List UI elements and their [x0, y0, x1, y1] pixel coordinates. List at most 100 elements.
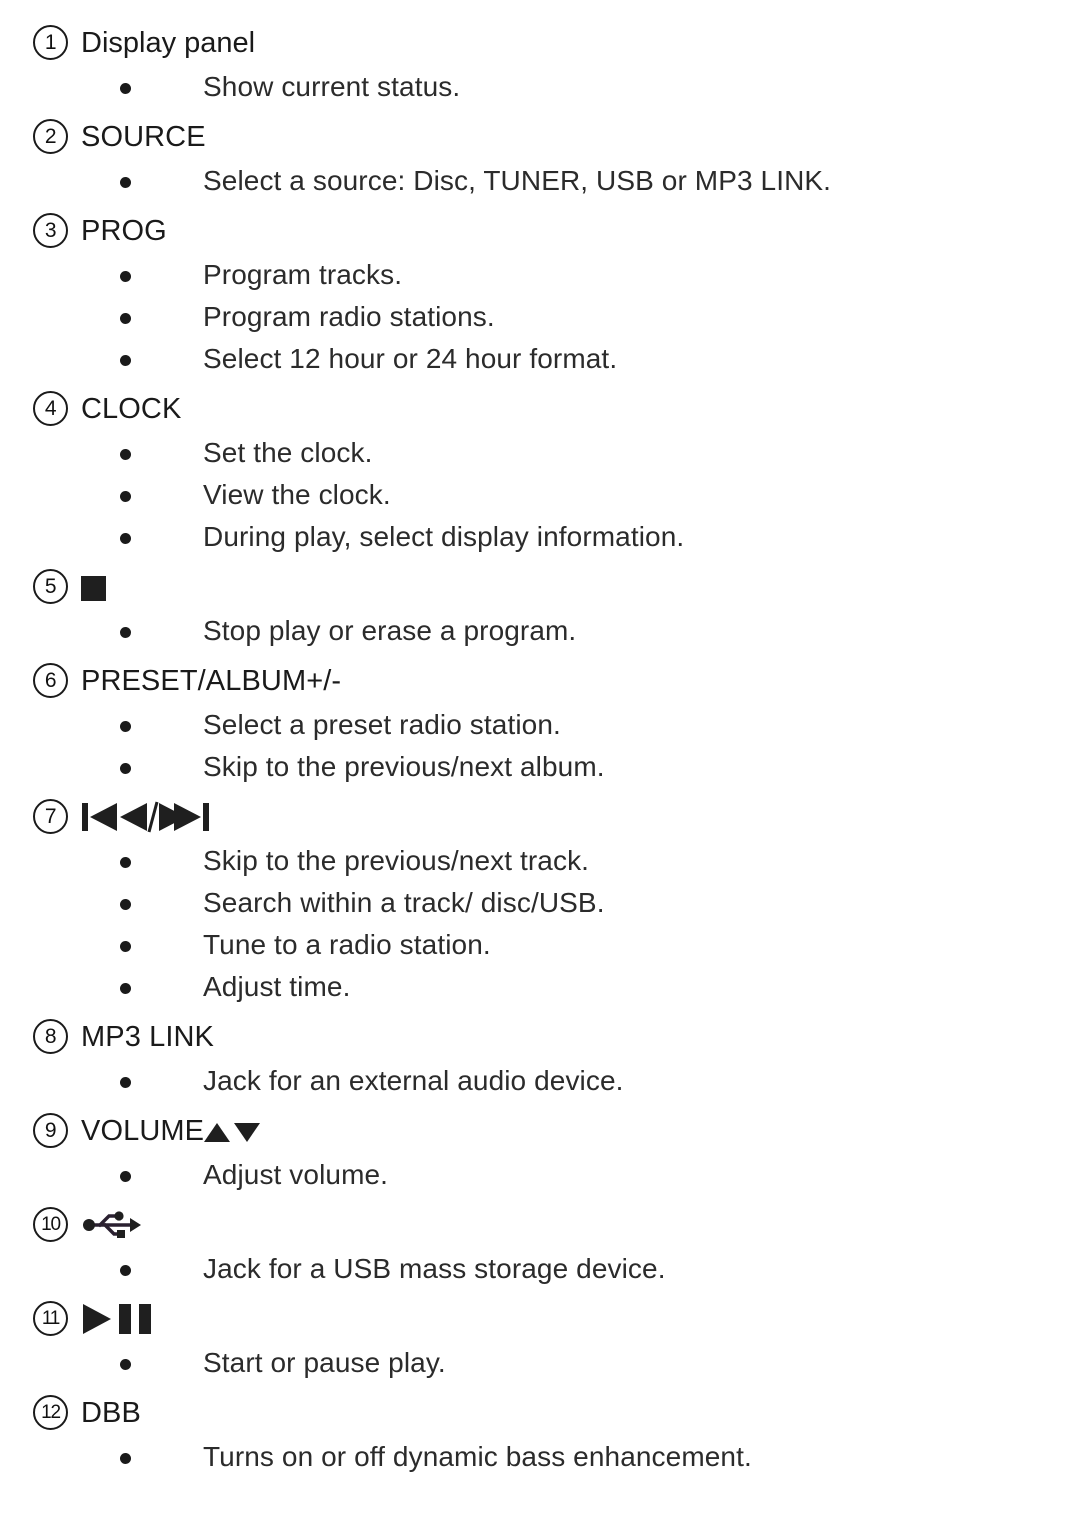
triangle-up-icon — [204, 1123, 231, 1142]
bullet-item: Set the clock. — [0, 432, 1080, 474]
control-item-title-text: PROG — [81, 215, 167, 247]
control-item-title: VOLUME — [81, 1110, 1080, 1152]
callout-number-badge: 6 — [33, 663, 68, 698]
bullet-dot-icon — [120, 721, 131, 732]
bullet-dot-icon — [120, 83, 131, 94]
control-item-title-text: Display panel — [81, 27, 256, 59]
bullet-text: Search within a track/ disc/USB. — [203, 887, 605, 918]
control-item-bullets: Jack for a USB mass storage device. — [0, 1248, 1080, 1290]
bullet-item: Program tracks. — [0, 254, 1080, 296]
control-item-header: 8 MP3 LINK — [0, 1016, 1080, 1060]
play-pause-icon — [81, 1302, 155, 1336]
bullet-text: Jack for a USB mass storage device. — [203, 1253, 666, 1284]
bullet-text: Select 12 hour or 24 hour format. — [203, 343, 618, 374]
bullet-text: During play, select display information. — [203, 521, 685, 552]
bullet-dot-icon — [120, 355, 131, 366]
control-item-header: 4 CLOCK — [0, 388, 1080, 432]
control-item-title: PROG — [81, 210, 1080, 252]
control-item-header: 11 — [0, 1298, 1080, 1342]
control-item-title: PRESET/ALBUM+/- — [81, 660, 1080, 702]
bullet-dot-icon — [120, 491, 131, 502]
control-item-bullets: Adjust volume. — [0, 1154, 1080, 1196]
control-item-title-text: VOLUME — [81, 1115, 205, 1147]
control-item-bullets: Set the clock. View the clock. During play… — [0, 432, 1080, 558]
bullet-item: Search within a track/ disc/USB. — [0, 882, 1080, 924]
control-item-title: MP3 LINK — [81, 1016, 1080, 1058]
control-item-bullets: Select a preset radio station. Skip to th… — [0, 704, 1080, 788]
control-item-icon — [81, 1298, 1080, 1340]
bullet-dot-icon — [120, 627, 131, 638]
control-item-icon — [81, 1204, 1080, 1246]
bullet-text: Start or pause play. — [203, 1347, 446, 1378]
callout-number-badge: 1 — [33, 25, 68, 60]
callout-number-badge: 4 — [33, 391, 68, 426]
control-item: 5 Stop play or erase a program. — [0, 566, 1080, 652]
control-item-bullets: Skip to the previous/next track. Search w… — [0, 840, 1080, 1008]
bullet-dot-icon — [120, 857, 131, 868]
manual-page: 1 Display panel Show current status. 2 SOURC… — [0, 0, 1080, 1532]
bullet-item: Jack for a USB mass storage device. — [0, 1248, 1080, 1290]
control-item-bullets: Program tracks. Program radio stations. Se… — [0, 254, 1080, 380]
bullet-dot-icon — [120, 533, 131, 544]
bullet-dot-icon — [120, 899, 131, 910]
bullet-text: Set the clock. — [203, 437, 373, 468]
control-item: 6 PRESET/ALBUM+/- Select a preset radio st… — [0, 660, 1080, 788]
callout-number-badge: 9 — [33, 1113, 68, 1148]
callout-number-badge: 7 — [33, 799, 68, 834]
callout-number-badge: 5 — [33, 569, 68, 604]
control-item-title: CLOCK — [81, 388, 1080, 430]
control-item-bullets: Select a source: Disc, TUNER, USB or MP3… — [0, 160, 1080, 202]
bullet-item: Program radio stations. — [0, 296, 1080, 338]
bullet-text: Skip to the previous/next album. — [203, 751, 605, 782]
control-item-icon — [81, 796, 1080, 838]
control-item-bullets: Show current status. — [0, 66, 1080, 108]
bullet-dot-icon — [120, 449, 131, 460]
control-item-header: 9 VOLUME — [0, 1110, 1080, 1154]
bullet-dot-icon — [120, 1077, 131, 1088]
bullet-text: Program radio stations. — [203, 301, 495, 332]
bullet-text: Adjust volume. — [203, 1159, 389, 1190]
bullet-item: View the clock. — [0, 474, 1080, 516]
control-item-header: 7 — [0, 796, 1080, 840]
bullet-dot-icon — [120, 763, 131, 774]
bullet-text: Skip to the previous/next track. — [203, 845, 590, 876]
bullet-item: Stop play or erase a program. — [0, 610, 1080, 652]
control-item-header: 5 — [0, 566, 1080, 610]
control-item-bullets: Turns on or off dynamic bass enhancement… — [0, 1436, 1080, 1478]
callout-number-badge: 2 — [33, 119, 68, 154]
bullet-item: Show current status. — [0, 66, 1080, 108]
bullet-item: Select a preset radio station. — [0, 704, 1080, 746]
control-item: 7 Skip to the previous/next track. Search … — [0, 796, 1080, 1008]
bullet-item: Tune to a radio station. — [0, 924, 1080, 966]
control-item-header: 3 PROG — [0, 210, 1080, 254]
bullet-item: Jack for an external audio device. — [0, 1060, 1080, 1102]
bullet-item: Turns on or off dynamic bass enhancement… — [0, 1436, 1080, 1478]
bullet-dot-icon — [120, 1265, 131, 1276]
control-item-header: 10 — [0, 1204, 1080, 1248]
control-item-header: 2 SOURCE — [0, 116, 1080, 160]
bullet-text: View the clock. — [203, 479, 391, 510]
bullet-item: Start or pause play. — [0, 1342, 1080, 1384]
control-item: 2 SOURCE Select a source: Disc, TUNER, USB… — [0, 116, 1080, 202]
bullet-dot-icon — [120, 983, 131, 994]
bullet-text: Adjust time. — [203, 971, 351, 1002]
bullet-dot-icon — [120, 941, 131, 952]
control-item: 1 Display panel Show current status. — [0, 22, 1080, 108]
volume-up-down-arrows-icon — [204, 1123, 261, 1142]
callout-number-badge: 3 — [33, 213, 68, 248]
callout-number-badge: 12 — [33, 1395, 68, 1430]
usb-icon — [81, 1208, 143, 1242]
control-item-title-text: DBB — [81, 1397, 141, 1429]
control-item-bullets: Start or pause play. — [0, 1342, 1080, 1384]
control-item: 10 Jack for a USB mass storage device. — [0, 1204, 1080, 1290]
control-item-title: SOURCE — [81, 116, 1080, 158]
triangle-down-icon — [234, 1123, 261, 1142]
control-item: 11 Start or pause play. — [0, 1298, 1080, 1384]
control-item: 12 DBB Turns on or off dynamic bass enhanc… — [0, 1392, 1080, 1478]
control-item: 3 PROG Program tracks. Program radio statio… — [0, 210, 1080, 380]
bullet-item: Adjust volume. — [0, 1154, 1080, 1196]
bullet-item: Adjust time. — [0, 966, 1080, 1008]
bullet-dot-icon — [120, 1171, 131, 1182]
bullet-item: Select 12 hour or 24 hour format. — [0, 338, 1080, 380]
bullet-dot-icon — [120, 1453, 131, 1464]
